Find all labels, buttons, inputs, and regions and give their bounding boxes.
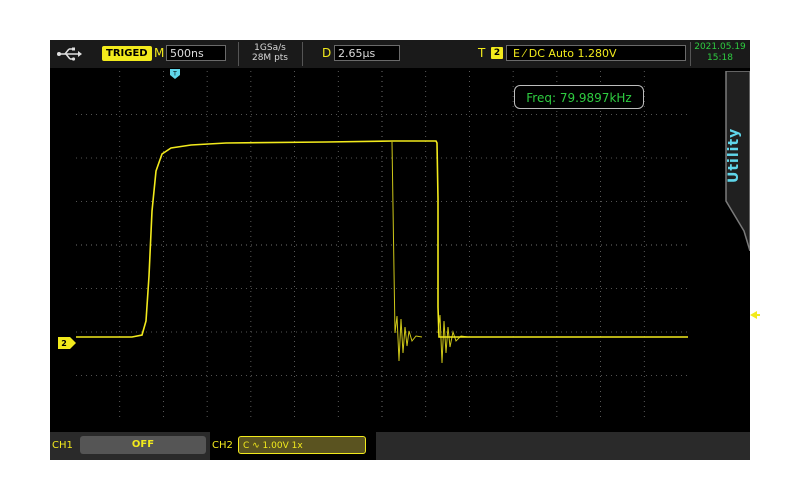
sample-rate: 1GSa/s [254, 43, 286, 53]
ch2-waveform-trace [76, 140, 688, 338]
sample-info: 1GSa/s 28M pts [248, 43, 292, 63]
frequency-measurement: Freq: 79.9897kHz [514, 85, 644, 109]
trigger-channel-badge: 2 [491, 47, 503, 59]
svg-text:T: T [172, 71, 177, 78]
utility-menu-label[interactable]: Utility [726, 100, 748, 210]
time-readout: 15:18 [707, 53, 733, 63]
trigger-position-marker[interactable]: T [170, 69, 180, 79]
trigger-settings[interactable]: E ⁄ DC Auto 1.280V [506, 45, 686, 61]
delay-value[interactable]: 2.65µs [334, 45, 400, 61]
ch2-waveform-trace-echo [391, 141, 423, 362]
usb-icon [57, 47, 82, 61]
divider [302, 42, 303, 66]
trigger-label: T [478, 46, 486, 60]
divider [238, 42, 239, 66]
ch2-settings-button[interactable]: C ∿ 1.00V 1x [238, 436, 366, 454]
timebase-label: M [154, 46, 165, 60]
trigger-level-arrow-icon[interactable] [750, 310, 760, 320]
ch2-offset-marker[interactable]: 2 [58, 337, 76, 349]
timebase-value[interactable]: 500ns [166, 45, 226, 61]
trigger-status-badge: TRIGED [102, 46, 152, 61]
graticule [76, 71, 688, 419]
ch2-waveform-ringing [437, 314, 469, 364]
ch1-status-button[interactable]: OFF [80, 436, 206, 454]
divider [370, 432, 376, 460]
svg-text:2: 2 [61, 339, 67, 348]
delay-label: D [322, 46, 332, 60]
oscilloscope-display: TRIGED M 500ns 1GSa/s 28M pts D 2.65µs T… [50, 40, 760, 460]
waveform-area: Freq: 79.9897kHz T [76, 69, 760, 419]
ch2-label: CH2 [212, 440, 233, 451]
memory-depth: 28M pts [251, 53, 288, 63]
date-time: 2021.05.19 15:18 [690, 42, 750, 64]
ch1-label: CH1 [52, 440, 73, 451]
bottom-channel-bar: CH1 OFF CH2 C ∿ 1.00V 1x [50, 432, 750, 460]
top-status-bar: TRIGED M 500ns 1GSa/s 28M pts D 2.65µs T… [50, 40, 750, 68]
ch2-panel: CH2 C ∿ 1.00V 1x [210, 432, 370, 460]
date-readout: 2021.05.19 [694, 42, 746, 52]
